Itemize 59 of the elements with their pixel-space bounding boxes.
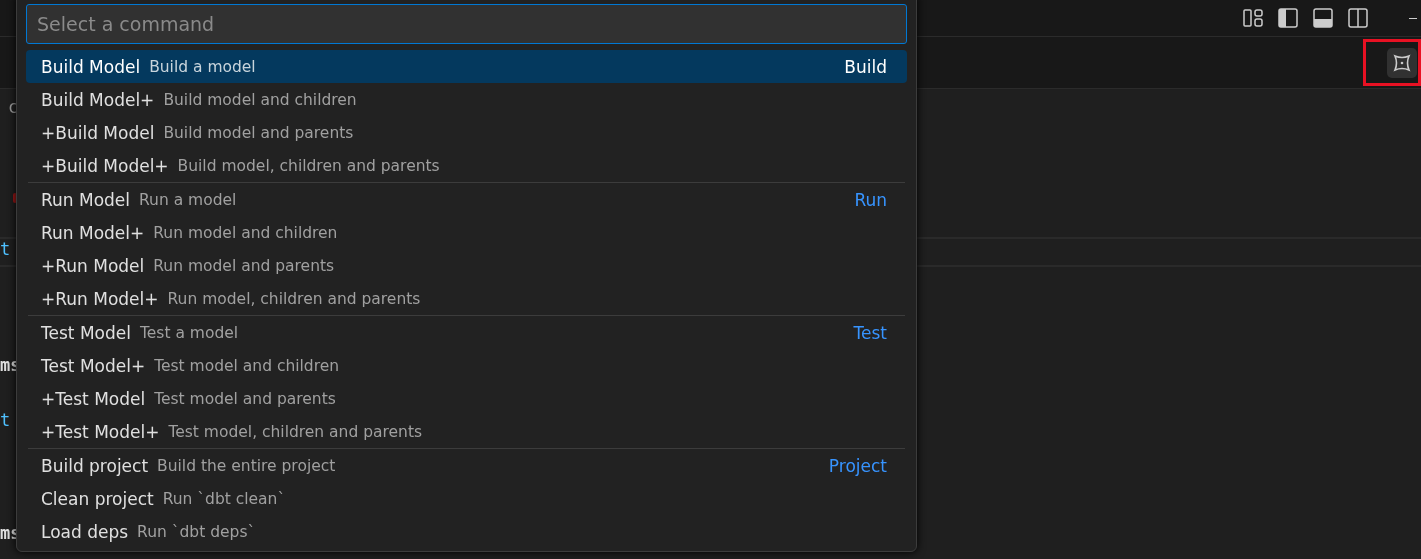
command-description: Run model and children [153,223,339,242]
command-description: Build a model [149,57,257,76]
split-view-icon[interactable] [1347,7,1369,29]
command-item[interactable]: +Run Model+ Run model, children and parents [26,282,907,315]
command-label: Build Model+ [41,89,155,110]
command-description: Build the entire project [157,456,337,475]
star-icon [1391,51,1413,74]
command-description: Run a model [139,190,238,209]
command-label: +Test Model [41,388,146,409]
layout-icon[interactable] [1242,7,1264,29]
command-item[interactable]: +Test Model Test model and parents [26,382,907,415]
command-input[interactable]: Select a command [26,4,907,44]
command-item[interactable]: +Run Model Run model and parents [26,249,907,282]
command-item[interactable]: Build project Build the entire project Project [26,449,907,482]
command-item[interactable]: Test Model Test a model Test [26,316,907,349]
command-item[interactable]: +Test Model+ Test model, children and parents [26,415,907,448]
command-label: +Run Model [41,255,145,276]
command-description: Run model, children and parents [167,289,422,308]
command-label: Build Model [41,56,141,77]
command-label: Test Model [41,322,131,343]
command-description: Test model and parents [154,389,337,408]
command-description: Build model and children [163,90,358,109]
command-label: Run Model+ [41,222,145,243]
command-item[interactable]: Build Model Build a model Build [26,50,907,83]
category-label: Run [854,189,887,210]
sparkle-icon-button[interactable] [1387,47,1417,78]
command-label: +Build Model+ [41,155,169,176]
command-description: Test a model [139,323,240,342]
command-item[interactable]: +Build Model Build model and parents [26,116,907,149]
category-label: Test [853,322,887,343]
command-description: Run `dbt deps` [137,522,257,541]
command-label: Clean project [41,488,154,509]
command-item[interactable]: Run Model Run a model Run [26,183,907,216]
command-label: Build project [41,455,149,476]
sidebar-toggle-icon[interactable] [1277,7,1299,29]
command-description: Run model and parents [153,256,336,275]
command-label: Test Model+ [41,355,146,376]
category-label: Build [844,56,887,77]
command-label: +Test Model+ [41,421,160,442]
command-item[interactable]: Run Model+ Run model and children [26,216,907,249]
panel-toggle-icon[interactable] [1312,7,1334,29]
command-item[interactable]: Test Model+ Test model and children [26,349,907,382]
command-item[interactable]: Load deps Run `dbt deps` [26,515,907,548]
code-text: t [0,239,11,259]
minimize-icon[interactable] [1409,17,1417,19]
command-item[interactable]: Clean project Run `dbt clean` [26,482,907,515]
command-description: Run `dbt clean` [162,489,287,508]
command-description: Test model, children and parents [168,422,424,441]
command-description: Build model, children and parents [177,156,441,175]
code-text: t [0,410,11,430]
command-item[interactable]: +Build Model+ Build model, children and parents [26,149,907,182]
category-label: Project [828,455,887,476]
command-label: Load deps [41,521,129,542]
command-label: +Run Model+ [41,288,159,309]
command-item[interactable]: Build Model+ Build model and children [26,83,907,116]
command-label: Run Model [41,189,131,210]
command-description: Build model and parents [163,123,355,142]
command-label: +Build Model [41,122,155,143]
command-description: Test model and children [154,356,341,375]
